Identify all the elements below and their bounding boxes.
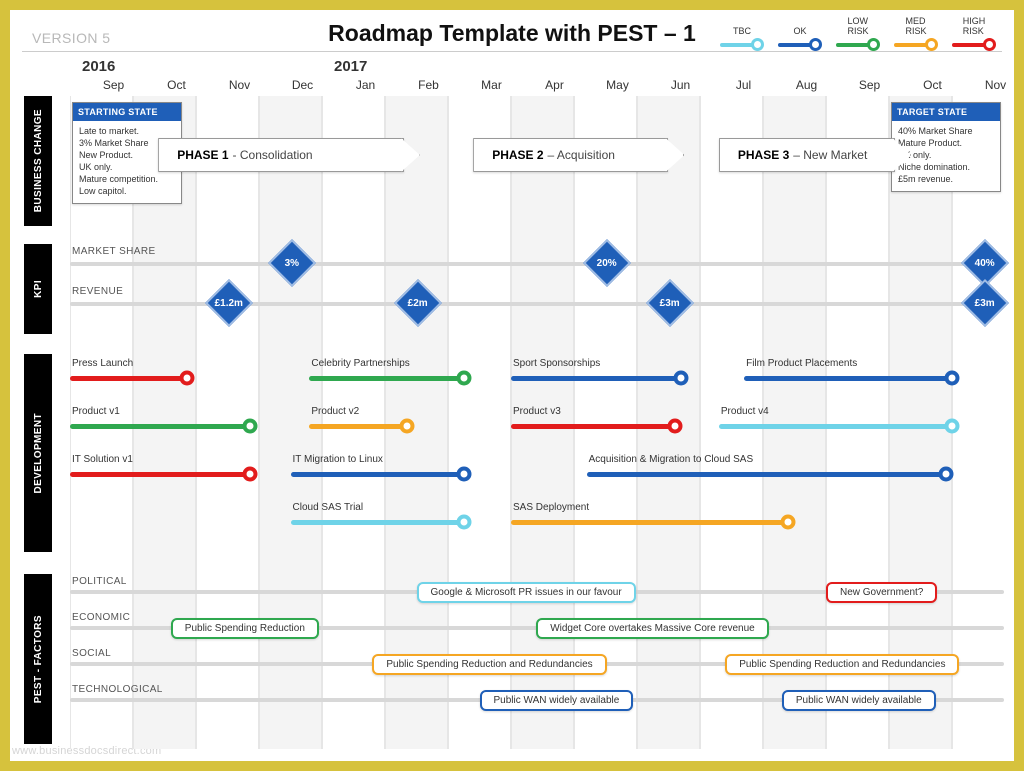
dev-bar — [70, 376, 187, 381]
dev-endpoint-icon — [938, 467, 953, 482]
lane-label-biz: BUSINESS CHANGE — [24, 96, 52, 226]
dev-bar — [309, 376, 463, 381]
dev-bar — [587, 472, 946, 477]
lane-label-dev: DEVELOPMENT — [24, 354, 52, 552]
dev-bar — [70, 424, 250, 429]
dev-item-label: Product v4 — [721, 406, 769, 417]
dev-bar — [511, 376, 681, 381]
month-label: Apr — [523, 78, 586, 92]
dev-item-label: Product v3 — [513, 406, 561, 417]
title-rule — [22, 51, 1002, 52]
month-label: Nov — [964, 78, 1024, 92]
version-label: VERSION 5 — [32, 30, 110, 46]
dev-bar — [291, 520, 464, 525]
month-label: Feb — [397, 78, 460, 92]
dev-endpoint-icon — [945, 371, 960, 386]
legend-item-ok: OK — [778, 16, 822, 51]
dev-item-label: IT Migration to Linux — [293, 454, 383, 465]
kpi-row-label: MARKET SHARE — [72, 246, 156, 257]
lane-label-pest: PEST - FACTORS — [24, 574, 52, 744]
dev-endpoint-icon — [781, 515, 796, 530]
dev-bar — [70, 472, 250, 477]
pest-factor-pill: Public WAN widely available — [782, 690, 936, 711]
pest-factor-pill: Public Spending Reduction and Redundanci… — [372, 654, 606, 675]
lane-label-kpi: KPI — [24, 244, 52, 334]
legend-item-tbc: TBC — [720, 16, 764, 51]
pest-factor-pill: Public Spending Reduction and Redundanci… — [725, 654, 959, 675]
dev-item-label: IT Solution v1 — [72, 454, 133, 465]
pest-factor-pill: Google & Microsoft PR issues in our favo… — [417, 582, 636, 603]
dev-endpoint-icon — [667, 419, 682, 434]
phase-arrow-2: PHASE 2 – Acquisition — [473, 138, 668, 172]
kpi-row-label: REVENUE — [72, 286, 123, 297]
dev-item-label: Product v2 — [311, 406, 359, 417]
phase-arrow-3: PHASE 3 – New Market — [719, 138, 895, 172]
content-area: STARTING STATELate to market.3% Market S… — [70, 96, 1004, 749]
dev-endpoint-icon — [674, 371, 689, 386]
kpi-track — [70, 262, 1004, 266]
dev-endpoint-icon — [179, 371, 194, 386]
pest-row-label: TECHNOLOGICAL — [72, 684, 163, 695]
month-label: Aug — [775, 78, 838, 92]
month-label: Sep — [82, 78, 145, 92]
month-label: Dec — [271, 78, 334, 92]
pest-row-label: POLITICAL — [72, 576, 127, 587]
legend-item-med: MEDRISK — [894, 16, 938, 51]
dev-endpoint-icon — [242, 419, 257, 434]
pest-row-label: ECONOMIC — [72, 612, 130, 623]
dev-bar — [511, 520, 788, 525]
kpi-marker: £3m — [646, 279, 694, 327]
target-state-card: TARGET STATE40% Market ShareMature Produ… — [891, 102, 1001, 192]
slide-frame: VERSION 5 www.businessdocsdirect.com Roa… — [0, 0, 1024, 771]
month-label: Oct — [901, 78, 964, 92]
kpi-marker: £2m — [394, 279, 442, 327]
dev-item-label: Film Product Placements — [746, 358, 857, 369]
dev-bar — [511, 424, 675, 429]
year-label: 2017 — [334, 58, 367, 75]
dev-item-label: Acquisition & Migration to Cloud SAS — [589, 454, 754, 465]
year-label: 2016 — [82, 58, 115, 75]
dev-item-label: Celebrity Partnerships — [311, 358, 409, 369]
dev-bar — [291, 472, 464, 477]
dev-endpoint-icon — [400, 419, 415, 434]
dev-bar — [309, 424, 407, 429]
dev-item-label: Press Launch — [72, 358, 133, 369]
month-label: May — [586, 78, 649, 92]
legend-item-high: HIGHRISK — [952, 16, 996, 51]
lane-labels: BUSINESS CHANGE KPI DEVELOPMENT PEST - FACT… — [24, 96, 68, 749]
pest-factor-pill: New Government? — [826, 582, 937, 603]
dev-bar — [719, 424, 952, 429]
pest-row-label: SOCIAL — [72, 648, 111, 659]
dev-endpoint-icon — [242, 467, 257, 482]
dev-endpoint-icon — [456, 515, 471, 530]
month-label: Jan — [334, 78, 397, 92]
kpi-marker: 3% — [268, 239, 316, 287]
month-label: Oct — [145, 78, 208, 92]
month-label: Jul — [712, 78, 775, 92]
phase-arrow-1: PHASE 1 - Consolidation — [158, 138, 404, 172]
dev-endpoint-icon — [456, 371, 471, 386]
month-label: Mar — [460, 78, 523, 92]
legend: TBC OK LOWRISK MEDRISK HIGHRISK — [720, 16, 996, 51]
month-label: Sep — [838, 78, 901, 92]
month-label: Jun — [649, 78, 712, 92]
legend-item-low: LOWRISK — [836, 16, 880, 51]
dev-item-label: Product v1 — [72, 406, 120, 417]
pest-factor-pill: Public Spending Reduction — [171, 618, 319, 639]
dev-endpoint-icon — [456, 467, 471, 482]
pest-factor-pill: Public WAN widely available — [480, 690, 634, 711]
kpi-marker: 20% — [583, 239, 631, 287]
pest-factor-pill: Widget Core overtakes Massive Core reven… — [536, 618, 769, 639]
month-label: Nov — [208, 78, 271, 92]
dev-item-label: SAS Deployment — [513, 502, 589, 513]
dev-item-label: Cloud SAS Trial — [293, 502, 364, 513]
dev-bar — [744, 376, 952, 381]
kpi-marker: £1.2m — [205, 279, 253, 327]
kpi-marker: £3m — [961, 279, 1009, 327]
dev-endpoint-icon — [945, 419, 960, 434]
dev-item-label: Sport Sponsorships — [513, 358, 600, 369]
